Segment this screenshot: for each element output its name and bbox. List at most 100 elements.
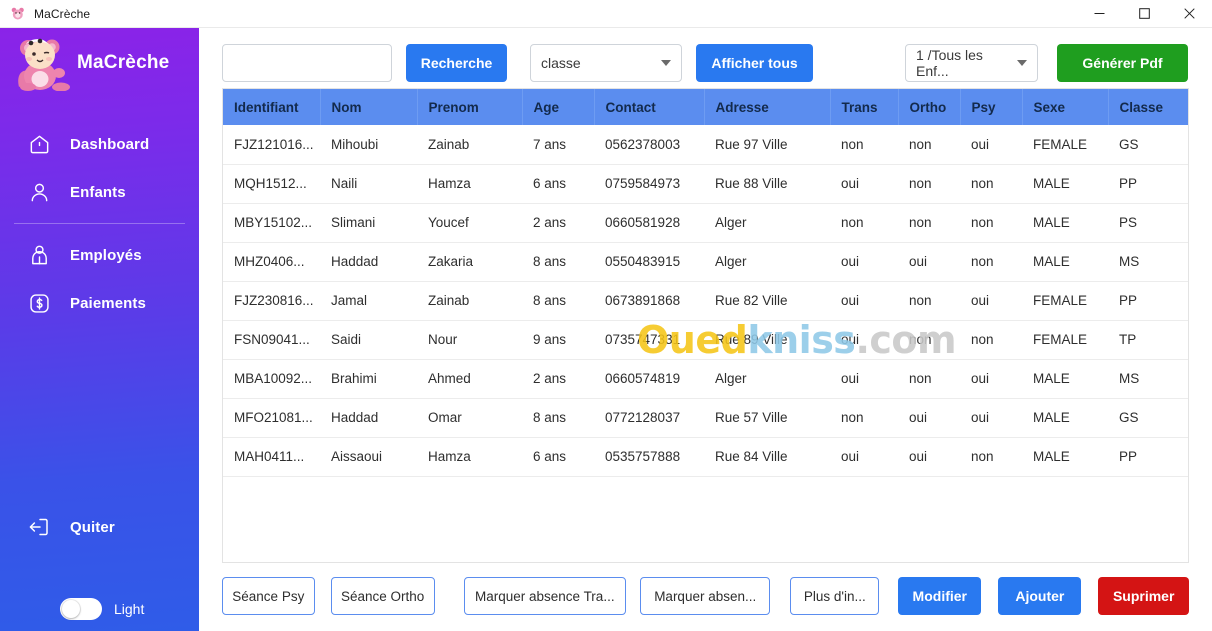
table-row[interactable]: FJZ230816... Jamal Zainab 8 ans 0673891868 Ru… xyxy=(223,281,1188,321)
table-row[interactable]: MFO21081... Haddad Omar 8 ans 0772128037 Rue … xyxy=(223,398,1188,438)
table-cell: oui xyxy=(960,125,1022,165)
person-icon xyxy=(26,179,52,205)
seance-ortho-button[interactable]: Séance Ortho xyxy=(330,577,435,615)
sidebar-item-paiements[interactable]: Paiements xyxy=(0,279,199,327)
marquer-absence-transport-button[interactable]: Marquer absence Tra... xyxy=(463,577,627,615)
table-cell: Omar xyxy=(417,398,522,438)
action-bar: Séance Psy Séance Ortho Marquer absence … xyxy=(222,577,1189,615)
table-cell: Nour xyxy=(417,320,522,360)
table-cell: PP xyxy=(1108,281,1188,321)
application-window: MaCrèche MaCrèche Dashboard Enfants Empl… xyxy=(0,0,1212,631)
table-cell: Rue 88 Ville xyxy=(704,164,830,204)
quit-label: Quiter xyxy=(70,518,115,536)
table-header-cell[interactable]: Classe xyxy=(1108,89,1188,125)
table-row[interactable]: MBA10092... Brahimi Ahmed 2 ans 0660574819 Al… xyxy=(223,359,1188,399)
close-button[interactable] xyxy=(1167,0,1212,28)
table-cell: Alger xyxy=(704,203,830,243)
table-cell: non xyxy=(898,203,960,243)
table-cell: non xyxy=(960,203,1022,243)
sidebar-item-quit[interactable]: Quiter xyxy=(0,506,115,548)
table-cell: 9 ans xyxy=(522,320,594,360)
brand: MaCrèche xyxy=(0,28,199,98)
table-header-cell[interactable]: Contact xyxy=(594,89,705,125)
table-cell: FJZ230816... xyxy=(223,281,320,321)
generate-pdf-button[interactable]: Générer Pdf xyxy=(1057,44,1188,82)
table-header-cell[interactable]: Ortho xyxy=(898,89,961,125)
table-cell: Haddad xyxy=(320,398,417,438)
ajouter-button[interactable]: Ajouter xyxy=(998,577,1082,615)
table-cell: oui xyxy=(830,359,898,399)
scope-select[interactable]: 1 /Tous les Enf... xyxy=(905,44,1038,82)
table-cell: oui xyxy=(960,398,1022,438)
table-header-cell[interactable]: Identifiant xyxy=(223,89,321,125)
search-button[interactable]: Recherche xyxy=(406,44,507,82)
table-cell: GS xyxy=(1108,125,1188,165)
table-cell: MAH0411... xyxy=(223,437,320,477)
table-header-cell[interactable]: Nom xyxy=(320,89,418,125)
table-header-cell[interactable]: Psy xyxy=(960,89,1023,125)
sidebar: MaCrèche Dashboard Enfants Employés Paie… xyxy=(0,28,199,631)
table-cell: oui xyxy=(830,320,898,360)
sidebar-item-label: Enfants xyxy=(70,183,126,201)
table-cell: non xyxy=(830,125,898,165)
window-title: MaCrèche xyxy=(34,6,91,21)
table-cell: Alger xyxy=(704,359,830,399)
table-cell: non xyxy=(898,359,960,399)
table-cell: PS xyxy=(1108,203,1188,243)
table-cell: 0673891868 xyxy=(594,281,704,321)
table-header-cell[interactable]: Age xyxy=(522,89,595,125)
class-filter-value: classe xyxy=(541,55,581,71)
modifier-button[interactable]: Modifier xyxy=(898,577,982,615)
marquer-absence-button[interactable]: Marquer absen... xyxy=(640,577,771,615)
maximize-button[interactable] xyxy=(1122,0,1167,28)
table-cell: oui xyxy=(960,359,1022,399)
table-row[interactable]: MAH0411... Aissaoui Hamza 6 ans 0535757888 Ru… xyxy=(223,437,1188,477)
sidebar-item-enfants[interactable]: Enfants xyxy=(0,168,199,216)
plus-infos-button[interactable]: Plus d'in... xyxy=(790,577,880,615)
sidebar-item-employes[interactable]: Employés xyxy=(0,231,199,279)
table-cell: MHZ0406... xyxy=(223,242,320,282)
sidebar-item-dashboard[interactable]: Dashboard xyxy=(0,120,199,168)
theme-toggle-switch[interactable] xyxy=(60,598,102,620)
table-header-cell[interactable]: Trans xyxy=(830,89,899,125)
table-cell: Slimani xyxy=(320,203,417,243)
table-header-cell[interactable]: Sexe xyxy=(1022,89,1109,125)
table-row[interactable]: MBY15102... Slimani Youcef 2 ans 0660581928 A… xyxy=(223,203,1188,243)
search-input[interactable] xyxy=(222,44,392,82)
table-cell: non xyxy=(960,242,1022,282)
minimize-button[interactable] xyxy=(1077,0,1122,28)
table-header-cell[interactable]: Adresse xyxy=(704,89,831,125)
table-cell: MBY15102... xyxy=(223,203,320,243)
logout-icon xyxy=(26,514,52,540)
table-cell: non xyxy=(960,320,1022,360)
table-cell: Rue 89 Ville xyxy=(704,320,830,360)
table-cell: 6 ans xyxy=(522,164,594,204)
table-cell: PP xyxy=(1108,437,1188,477)
children-table-container[interactable]: Identifiant Nom Prenom Age Contact Adresse Tra… xyxy=(222,88,1189,563)
children-table: Identifiant Nom Prenom Age Contact Adresse Tra… xyxy=(223,89,1188,477)
show-all-button[interactable]: Afficher tous xyxy=(696,44,813,82)
table-cell: Hamza xyxy=(417,164,522,204)
table-row[interactable]: MHZ0406... Haddad Zakaria 8 ans 0550483915 Al… xyxy=(223,242,1188,282)
table-cell: non xyxy=(830,398,898,438)
table-cell: MS xyxy=(1108,242,1188,282)
class-filter-select[interactable]: classe xyxy=(530,44,682,82)
table-row[interactable]: FJZ121016... Mihoubi Zainab 7 ans 0562378003… xyxy=(223,125,1188,165)
table-row[interactable]: FSN09041... Saidi Nour 9 ans 0735747331 Rue 8… xyxy=(223,320,1188,360)
sidebar-item-label: Paiements xyxy=(70,294,146,312)
theme-toggle-row[interactable]: Light xyxy=(0,598,144,620)
table-cell: 8 ans xyxy=(522,242,594,282)
table-cell: 2 ans xyxy=(522,203,594,243)
table-cell: 8 ans xyxy=(522,281,594,321)
app-bear-icon xyxy=(10,6,26,22)
table-header-cell[interactable]: Prenom xyxy=(417,89,523,125)
brand-name: MaCrèche xyxy=(77,52,170,73)
table-cell: 8 ans xyxy=(522,398,594,438)
seance-psy-button[interactable]: Séance Psy xyxy=(222,577,315,615)
supprimer-button[interactable]: Suprimer xyxy=(1098,577,1189,615)
table-row[interactable]: MQH1512... Naili Hamza 6 ans 0759584973 Rue 8… xyxy=(223,164,1188,204)
table-cell: non xyxy=(898,281,960,321)
table-body: FJZ121016... Mihoubi Zainab 7 ans 0562378003… xyxy=(223,125,1188,477)
chevron-down-icon xyxy=(661,60,671,66)
table-cell: non xyxy=(960,437,1022,477)
